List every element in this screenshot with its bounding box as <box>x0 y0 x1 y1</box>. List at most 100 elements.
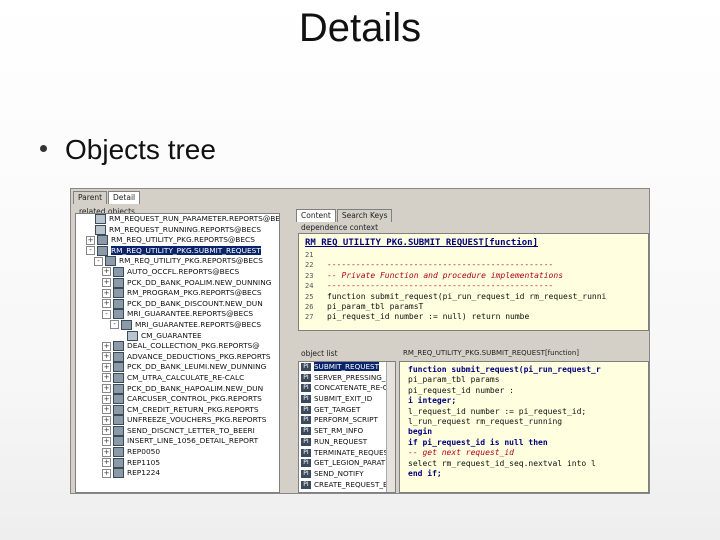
expand-icon[interactable]: + <box>102 352 111 362</box>
tree-node[interactable]: RM_REQUEST_RUN_PARAMETER.REPORTS@BECS <box>76 214 279 225</box>
tab-content[interactable]: Content <box>296 209 336 222</box>
procedure-icon: PI <box>301 427 311 436</box>
tree-node[interactable]: RM_REQUEST_RUNNING.REPORTS@BECS <box>76 224 279 236</box>
list-item[interactable]: PI CONCATENATE_RE-C <box>299 383 395 394</box>
tree-node[interactable]: + ADVANCE_DEDUCTIONS_PKG.REPORTS <box>76 351 279 363</box>
code-text: function submit_request(pi_run_request_r <box>408 365 601 374</box>
list-item[interactable]: PI SUBMIT_EXIT_ID <box>299 394 395 405</box>
tab-parent[interactable]: Parent <box>73 191 108 204</box>
expand-icon[interactable]: + <box>102 341 111 351</box>
list-item[interactable]: PI SEND_NOTIFY <box>299 469 395 480</box>
tree-node[interactable]: + PCK_DD_BANK_POALIM.NEW_DUNNING <box>76 277 279 289</box>
procedure-icon: PI <box>301 437 311 446</box>
package-icon <box>113 298 124 309</box>
tree-node[interactable]: + REP1224 <box>76 468 279 479</box>
expand-icon[interactable]: + <box>102 373 111 383</box>
list-item[interactable]: PI SERVER_PRESSING_S <box>299 373 395 384</box>
code-line: 25 function submit_request(pi_run_request… <box>299 292 648 302</box>
tree-node[interactable]: + CARCUSER_CONTROL_PKG.REPORTS <box>76 394 279 405</box>
expand-icon[interactable]: + <box>102 362 111 372</box>
expand-icon[interactable]: + <box>102 447 111 457</box>
list-item[interactable]: PI SUBMIT_REQUEST <box>299 362 395 373</box>
tree-node[interactable]: - MRI_GUARANTEE.REPORTS@BECS <box>76 309 279 320</box>
list-item-label: CREATE_REQUEST_E <box>314 479 388 489</box>
list-item-label: SERVER_PRESSING_S <box>314 372 390 382</box>
expand-icon[interactable]: + <box>102 426 111 436</box>
object-list-scrollbar[interactable] <box>386 362 395 492</box>
tree-node-label: MRI_GUARANTEE.REPORTS@BECS <box>135 319 262 329</box>
expand-icon[interactable]: + <box>102 436 111 446</box>
tree-node[interactable]: + SEND_DISCNCT_LETTER_TO_BEERI <box>76 425 279 437</box>
code-text: -- Private Function and procedure implem… <box>327 270 564 280</box>
line-number: 27 <box>305 313 314 322</box>
list-item-label: GET_TARGET <box>314 404 361 414</box>
tree-node[interactable]: + REP1105 <box>76 457 279 469</box>
tab-search-keys[interactable]: Search Keys <box>336 209 393 222</box>
tree-node[interactable]: + PCK_DD_BANK_DISCOUNT.NEW_DUN <box>76 298 279 310</box>
code-text: -- get next request_id <box>408 448 514 458</box>
tree-node[interactable]: + RM_REQ_UTILITY_PKG.REPORTS@BECS <box>76 235 279 246</box>
package-icon <box>113 383 124 394</box>
code-line: pi_param_tbl params <box>408 375 648 385</box>
list-item[interactable]: PI GET_TARGET <box>299 405 395 416</box>
code-text: pi_param_tbl params <box>408 375 500 385</box>
expand-icon[interactable]: + <box>102 405 111 415</box>
expand-icon[interactable]: + <box>86 235 95 245</box>
procedure-icon: PI <box>301 416 311 425</box>
code-text: i integer; <box>408 396 457 406</box>
collapse-icon[interactable]: - <box>86 246 95 256</box>
source-code-panel[interactable]: function submit_request(pi_run_request_r… <box>399 361 649 493</box>
bullet-dot-icon <box>40 145 47 153</box>
table-icon <box>95 214 106 224</box>
list-item[interactable]: PI TERMINATE_REQUEST <box>299 448 395 459</box>
package-icon <box>97 235 108 246</box>
bullet-text: Objects tree <box>65 134 216 165</box>
list-item[interactable]: PI CREATE_REQUEST_E <box>299 480 395 491</box>
tab-detail[interactable]: Detail <box>108 191 141 204</box>
expand-icon[interactable]: + <box>102 384 111 393</box>
expand-icon[interactable]: + <box>102 394 111 404</box>
expand-icon[interactable]: + <box>102 415 111 425</box>
tree-node[interactable]: + RM_PROGRAM_PKG.REPORTS@BECS <box>76 288 279 299</box>
line-number: 24 <box>305 282 314 291</box>
expand-icon[interactable]: + <box>102 267 111 277</box>
tree-node[interactable]: + REP0050 <box>76 447 279 458</box>
package-icon <box>113 341 124 352</box>
expand-icon[interactable]: + <box>102 458 111 468</box>
tree-node[interactable]: + CM_UTRA_CALCULATE_RE-CALC <box>76 372 279 384</box>
tree-node-label: ADVANCE_DEDUCTIONS_PKG.REPORTS <box>127 351 271 361</box>
list-item[interactable]: PI SET_RM_INFO <box>299 426 395 437</box>
list-item[interactable]: PI RUN_REQUEST <box>299 437 395 448</box>
object-list[interactable]: PI SUBMIT_REQUEST PI SERVER_PRESSING_S PI CON… <box>298 361 396 493</box>
application-window: Parent Detail related objects RM_REQUEST… <box>70 188 650 494</box>
tree-node[interactable]: + AUTO_OCCFL.REPORTS@BECS <box>76 266 279 278</box>
collapse-icon[interactable]: - <box>102 309 111 319</box>
procedure-icon: PI <box>301 363 311 371</box>
tree-node[interactable]: + PCK_DD_BANK_LEUMI.NEW_DUNNING <box>76 362 279 373</box>
code-line: i integer; <box>408 396 648 406</box>
line-number: 26 <box>305 302 314 311</box>
expand-icon[interactable]: + <box>102 288 111 298</box>
objects-tree[interactable]: RM_REQUEST_RUN_PARAMETER.REPORTS@BECS RM_… <box>75 213 280 493</box>
code-line: select rm_request_id_seq.nextval into l <box>408 459 648 469</box>
expand-icon[interactable]: + <box>102 278 111 288</box>
tree-node[interactable]: + PCK_DD_BANK_HAPOALIM.NEW_DUN <box>76 383 279 395</box>
tree-node[interactable]: CM_GUARANTEE <box>76 330 279 342</box>
tree-node[interactable]: - RM_REQ_UTILITY_PKG.SUBMIT_REQUEST <box>76 245 279 257</box>
list-item[interactable]: PI GET_LEGION_PARAT <box>299 458 395 469</box>
tree-node[interactable]: + UNFREEZE_VOUCHERS_PKG.REPORTS <box>76 415 279 426</box>
code-line: l_request_id number := pi_request_id; <box>408 407 648 417</box>
tree-node[interactable]: - MRI_GUARANTEE.REPORTS@BECS <box>76 319 279 331</box>
dependence-code-panel[interactable]: RM_REQ_UTILITY_PKG.SUBMIT_REQUEST[functi… <box>298 233 649 331</box>
code-text: ----------------------------------------… <box>327 260 554 270</box>
collapse-icon[interactable]: - <box>94 256 103 266</box>
collapse-icon[interactable]: - <box>110 320 119 330</box>
expand-icon[interactable]: + <box>102 468 111 478</box>
list-item[interactable]: PI PERFORM_SCRIPT <box>299 415 395 426</box>
expand-icon[interactable]: + <box>102 299 111 309</box>
tree-node[interactable]: - RM_REQ_UTILITY_PKG.REPORTS@BECS <box>76 256 279 267</box>
tree-node[interactable]: + DEAL_COLLECTION_PKG.REPORTS@ <box>76 341 279 352</box>
tree-node[interactable]: + INSERT_LINE_1056_DETAIL_REPORT <box>76 436 279 447</box>
tree-node[interactable]: + CM_CREDIT_RETURN_PKG.REPORTS <box>76 404 279 416</box>
list-item-label: SET_RM_INFO <box>314 426 364 436</box>
